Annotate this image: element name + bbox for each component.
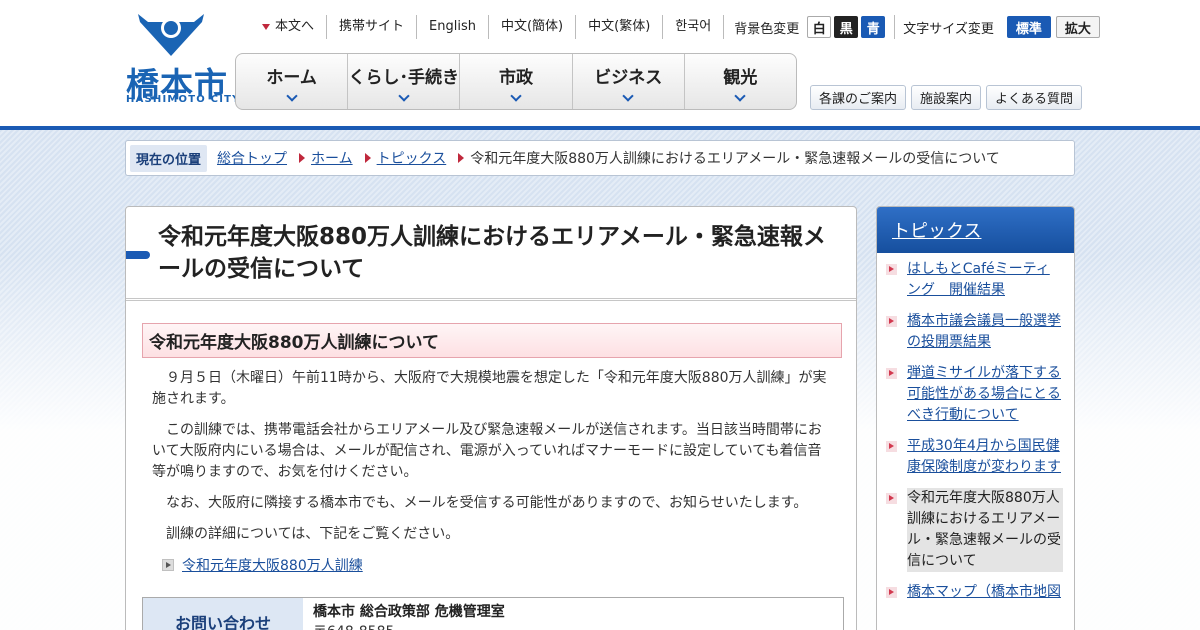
arrow-right-icon (886, 316, 897, 327)
chinese-simplified-link[interactable]: 中文(簡体) (489, 15, 577, 39)
sidebar-item[interactable]: はしもとCaféミーティング 開催結果 (886, 259, 1064, 301)
sidebar-item[interactable]: 平成30年4月から国民健康保険制度が変わります (886, 436, 1064, 478)
training-details-link[interactable]: 令和元年度大阪880万人訓練 (162, 555, 363, 575)
title-marker (126, 251, 150, 259)
sidebar-item-label: はしもとCaféミーティング 開催結果 (907, 261, 1050, 298)
chevron-down-icon (734, 90, 747, 102)
breadcrumb: 現在の位置 総合トップ ホーム トピックス 令和元年度大阪880万人訓練における… (125, 140, 1075, 176)
gnav-home[interactable]: ホーム (236, 54, 349, 109)
sidebar-item[interactable]: 弾道ミサイルが落下する可能性がある場合にとるべき行動について (886, 363, 1064, 426)
global-nav: ホーム くらし･手続き 市政 ビジネス 観光 (235, 53, 797, 110)
sub-nav: 各課のご案内 施設案内 よくある質問 (810, 85, 1087, 110)
logo-subtitle: HASHIMOTO CITY (126, 94, 241, 105)
divider (894, 15, 896, 39)
arrow-right-icon (299, 153, 306, 163)
chevron-down-icon (510, 90, 522, 102)
sidebar-heading-link[interactable]: トピックス (892, 217, 981, 243)
page-title: 令和元年度大阪880万人訓練におけるエリアメール・緊急速報メールの受信について (158, 224, 826, 282)
sidebar-list: はしもとCaféミーティング 開催結果 橋本市議会議員一般選挙の投開票結果 弾道… (877, 253, 1074, 603)
paragraph-3: なお、大阪府に隣接する橋本市でも、メールを受信する可能性がありますので、お知らせ… (152, 495, 808, 511)
breadcrumb-top-link[interactable]: 総合トップ (217, 148, 287, 168)
chevron-down-icon (622, 90, 634, 102)
arrow-right-icon (886, 368, 897, 379)
bg-black-button[interactable]: 黒 (834, 16, 859, 38)
contact-box: お問い合わせ 橋本市 総合政策部 危機管理室 〒648-8585 (142, 597, 844, 630)
korean-link[interactable]: 한국어 (663, 15, 725, 39)
title-block: 令和元年度大阪880万人訓練におけるエリアメール・緊急速報メールの受信について (126, 207, 856, 301)
sidebar-item-label: 弾道ミサイルが落下する可能性がある場合にとるべき行動について (907, 365, 1061, 423)
arrow-right-icon (458, 153, 465, 163)
arrow-right-icon (364, 153, 371, 163)
triangle-down-icon (262, 24, 270, 30)
breadcrumb-home-link[interactable]: ホーム (311, 148, 353, 168)
paragraph-4: 訓練の詳細については、下記をご覧ください。 (152, 526, 460, 542)
section-heading: 令和元年度大阪880万人訓練について (142, 323, 842, 358)
bg-white-button[interactable]: 白 (807, 16, 832, 38)
topics-sidebar: トピックス はしもとCaféミーティング 開催結果 橋本市議会議員一般選挙の投開… (876, 206, 1075, 630)
gnav-business[interactable]: ビジネス (573, 54, 685, 109)
gnav-city-admin[interactable]: 市政 (460, 54, 573, 109)
sidebar-item[interactable]: 橋本マップ（橋本市地図 (886, 582, 1064, 603)
arrow-right-icon (886, 587, 897, 598)
paragraph-2: この訓練では、携帯電話会社からエリアメール及び緊急速報メールが送信されます。当日… (152, 422, 822, 480)
departments-button[interactable]: 各課のご案内 (810, 85, 907, 110)
main-content: 令和元年度大阪880万人訓練におけるエリアメール・緊急速報メールの受信について … (125, 206, 857, 630)
contact-department: 橋本市 総合政策部 危機管理室 (313, 604, 505, 620)
chinese-traditional-link[interactable]: 中文(繁体) (576, 15, 664, 39)
gnav-label: ビジネス (594, 68, 663, 88)
sidebar-item-current: 令和元年度大阪880万人訓練におけるエリアメール・緊急速報メールの受信について (886, 488, 1064, 572)
font-size-large-button[interactable]: 拡大 (1055, 16, 1100, 38)
breadcrumb-current: 令和元年度大阪880万人訓練におけるエリアメール・緊急速報メールの受信について (470, 151, 1000, 167)
gnav-living[interactable]: くらし･手続き (348, 54, 461, 109)
arrow-right-icon (886, 441, 897, 452)
link-arrow-icon (162, 559, 174, 571)
faq-button[interactable]: よくある質問 (986, 85, 1083, 110)
gnav-label: 市政 (499, 68, 533, 88)
contact-postal-code: 〒648-8585 (313, 622, 505, 630)
paragraph-1: ９月５日（木曜日）午前11時から、大阪府で大規模地震を想定した「令和元年度大阪8… (152, 370, 827, 407)
utility-nav: 本文へ 携帯サイト English 中文(簡体) 中文(繁体) 한국어 背景色変… (250, 14, 1100, 40)
contact-body: 橋本市 総合政策部 危機管理室 〒648-8585 (303, 598, 515, 630)
chevron-down-icon (285, 90, 298, 102)
bg-blue-button[interactable]: 青 (861, 16, 886, 38)
gnav-tourism[interactable]: 観光 (685, 54, 796, 109)
site-header: 橋本市 HASHIMOTO CITY 本文へ 携帯サイト English 中文(… (0, 0, 1200, 126)
arrow-right-icon (886, 493, 897, 504)
sidebar-item-label: 令和元年度大阪880万人訓練におけるエリアメール・緊急速報メールの受信について (907, 488, 1063, 572)
breadcrumb-label: 現在の位置 (130, 144, 208, 172)
sidebar-item-label: 橋本市議会議員一般選挙の投開票結果 (907, 313, 1061, 350)
sidebar-item[interactable]: 橋本市議会議員一般選挙の投開票結果 (886, 311, 1064, 353)
skip-to-content-link[interactable]: 本文へ (250, 15, 328, 39)
facilities-button[interactable]: 施設案内 (911, 85, 982, 110)
chevron-down-icon (398, 90, 410, 102)
mobile-site-link[interactable]: 携帯サイト (327, 15, 418, 39)
breadcrumb-topics-link[interactable]: トピックス (377, 148, 447, 168)
gnav-label: くらし･手続き (348, 68, 460, 88)
contact-label: お問い合わせ (143, 598, 303, 630)
arrow-right-icon (886, 264, 897, 275)
training-details-link-text: 令和元年度大阪880万人訓練 (182, 558, 363, 574)
gnav-label: ホーム (266, 68, 317, 88)
bg-color-label: 背景色変更 (734, 21, 800, 37)
english-link[interactable]: English (417, 15, 489, 39)
site-logo[interactable]: 橋本市 HASHIMOTO CITY (124, 14, 239, 106)
font-size-standard-button[interactable]: 標準 (1006, 16, 1051, 38)
gnav-label: 観光 (723, 68, 758, 88)
sidebar-item-label: 橋本マップ（橋本市地図 (907, 584, 1061, 600)
sidebar-item-label: 平成30年4月から国民健康保険制度が変わります (907, 438, 1061, 475)
city-emblem-icon (138, 14, 204, 56)
font-size-label: 文字サイズ変更 (903, 21, 994, 37)
skip-link-label: 本文へ (275, 19, 315, 34)
sidebar-heading: トピックス (877, 207, 1074, 253)
